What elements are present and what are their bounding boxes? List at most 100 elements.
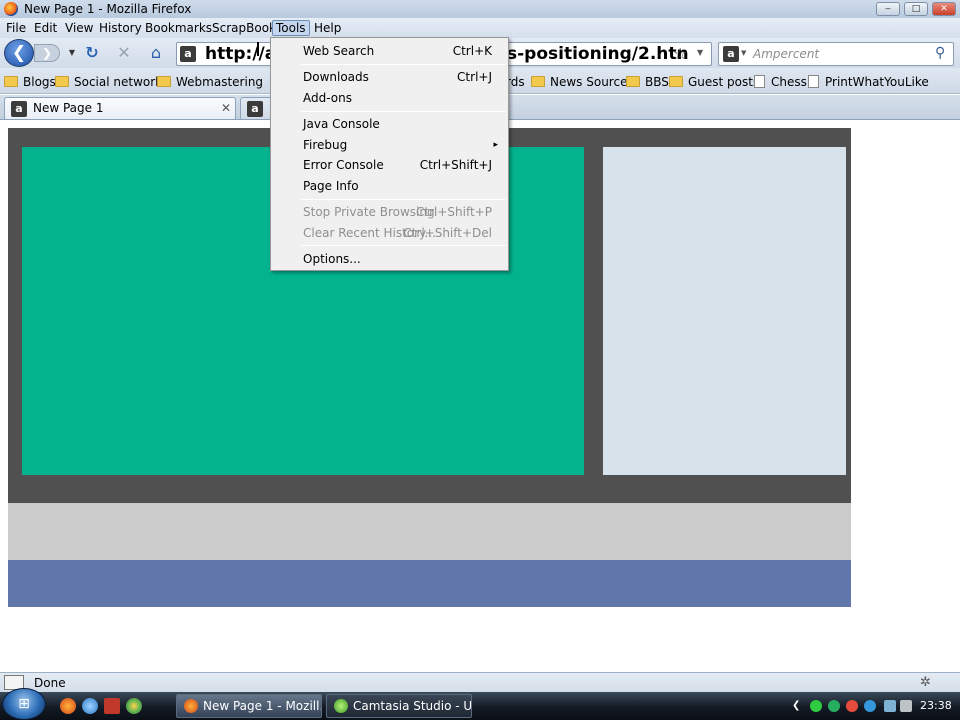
- search-box[interactable]: a ▼ Ampercent ⚲: [718, 42, 954, 66]
- volume-icon[interactable]: [900, 700, 912, 712]
- start-button[interactable]: ⊞: [2, 688, 46, 720]
- bookmark-folder-guest-posts[interactable]: Guest posts: [669, 74, 759, 90]
- menu-item-shortcut: Ctrl+Shift+Del: [403, 226, 492, 240]
- status-bar: Done ✲: [0, 672, 960, 692]
- menu-item-firebug[interactable]: Firebug ▸: [271, 135, 508, 155]
- camtasia-task-icon: [334, 699, 348, 713]
- menu-separator: [301, 245, 506, 246]
- windows-taskbar: ⊞ New Page 1 - Mozill... Camtasia Studio…: [0, 688, 960, 720]
- folder-icon: [669, 76, 683, 87]
- back-arrow-icon[interactable]: ❮: [4, 39, 34, 67]
- menu-item-label: Web Search: [303, 44, 375, 58]
- folder-icon: [55, 76, 69, 87]
- menu-item-label: Options...: [303, 252, 361, 266]
- forward-arrow-icon[interactable]: ❯: [34, 44, 60, 62]
- home-icon[interactable]: ⌂: [146, 44, 166, 62]
- search-engine-icon[interactable]: a: [723, 46, 739, 62]
- folder-icon: [4, 76, 18, 87]
- menu-item-label: Page Info: [303, 179, 359, 193]
- maximize-button[interactable]: □: [904, 2, 928, 16]
- menu-item-label: Add-ons: [303, 91, 352, 105]
- menu-item-options[interactable]: Options...: [271, 249, 508, 269]
- sidebar-block: [603, 147, 846, 475]
- menu-edit[interactable]: Edit: [31, 20, 60, 36]
- bookmark-label: News Sources: [550, 75, 634, 89]
- menu-item-java-console[interactable]: Java Console: [271, 114, 508, 134]
- menu-bookmarks[interactable]: Bookmarks: [142, 20, 215, 36]
- menu-item-shortcut: Ctrl+K: [452, 44, 492, 58]
- tab-close-icon[interactable]: ✕: [221, 101, 231, 115]
- menu-history[interactable]: History: [96, 20, 145, 36]
- menu-item-shortcut: Ctrl+J: [457, 70, 492, 84]
- window-title-bar: New Page 1 - Mozilla Firefox ‒ □ ✕: [0, 0, 960, 18]
- url-text-end: s-positioning/2.htn: [507, 44, 689, 64]
- bookmark-label: Social networks: [74, 75, 169, 89]
- window-title: New Page 1 - Mozilla Firefox: [24, 2, 192, 16]
- task-label: New Page 1 - Mozill...: [203, 699, 322, 713]
- folder-icon: [157, 76, 171, 87]
- bookmark-printwhatyoulike[interactable]: PrintWhatYouLike: [808, 74, 929, 90]
- bookmark-label: Chess: [771, 75, 807, 89]
- tools-menu-dropdown: Web Search Ctrl+K Downloads Ctrl+J Add-ons…: [270, 37, 509, 271]
- footer-gray-block: [8, 503, 851, 560]
- menu-tools[interactable]: Tools: [272, 20, 310, 36]
- bookmark-folder-webmastering[interactable]: Webmastering: [157, 74, 263, 90]
- url-dropdown-icon[interactable]: ▼: [697, 48, 703, 57]
- bookmark-folder-news[interactable]: News Sources: [531, 74, 634, 90]
- tray-expand-icon[interactable]: ❮: [792, 700, 800, 711]
- bookmark-folder-bbs[interactable]: BBS: [626, 74, 669, 90]
- close-button[interactable]: ✕: [932, 2, 956, 16]
- menu-item-label: Downloads: [303, 70, 369, 84]
- menu-item-shortcut: Ctrl+Shift+P: [416, 205, 492, 219]
- menu-separator: [301, 199, 506, 200]
- history-dropdown-icon[interactable]: ▼: [62, 44, 82, 62]
- bookmark-label: Blogs: [23, 75, 56, 89]
- stop-icon[interactable]: ✕: [114, 44, 134, 62]
- reload-icon[interactable]: ↻: [82, 44, 102, 62]
- clock[interactable]: 23:38: [920, 699, 952, 712]
- bookmark-star-icon[interactable]: ☆: [673, 44, 687, 63]
- tray-green2-icon[interactable]: [828, 700, 840, 712]
- menu-item-clear-recent-history: Clear Recent History... Ctrl+Shift+Del: [271, 223, 508, 243]
- filezilla-quicklaunch-icon[interactable]: [104, 698, 120, 714]
- tray-green-icon[interactable]: [810, 700, 822, 712]
- menu-item-add-ons[interactable]: Add-ons: [271, 88, 508, 108]
- menu-item-label: Java Console: [303, 117, 380, 131]
- bookmark-label: Webmastering: [176, 75, 264, 89]
- engine-dropdown-icon[interactable]: ▼: [741, 49, 746, 57]
- menu-item-page-info[interactable]: Page Info: [271, 176, 508, 196]
- menu-scrapbook[interactable]: ScrapBook: [209, 20, 279, 36]
- status-text: Done: [34, 676, 66, 690]
- network-icon[interactable]: [884, 700, 896, 712]
- search-icon[interactable]: ⚲: [935, 45, 945, 61]
- tab-new-page-1[interactable]: a New Page 1 ✕: [4, 97, 236, 119]
- page-icon: [754, 75, 765, 88]
- minimize-button[interactable]: ‒: [876, 2, 900, 16]
- taskbar-item-camtasia[interactable]: Camtasia Studio - U...: [326, 694, 472, 718]
- menu-separator: [301, 64, 506, 65]
- menu-view[interactable]: View: [62, 20, 96, 36]
- bookmark-label: BBS: [645, 75, 669, 89]
- menu-item-stop-private-browsing: Stop Private Browsing Ctrl+Shift+P: [271, 202, 508, 222]
- folder-icon: [626, 76, 640, 87]
- bookmark-label: Guest posts: [688, 75, 760, 89]
- menu-help[interactable]: Help: [311, 20, 344, 36]
- tab-favicon-icon: a: [11, 101, 27, 117]
- menu-item-web-search[interactable]: Web Search Ctrl+K: [271, 41, 508, 61]
- firefox-logo-icon: [4, 2, 18, 16]
- submenu-arrow-icon: ▸: [493, 140, 498, 150]
- chrome-quicklaunch-icon[interactable]: [126, 698, 142, 714]
- firebug-bug-icon[interactable]: ✲: [920, 675, 931, 690]
- bookmark-label: PrintWhatYouLike: [825, 75, 929, 89]
- menu-file[interactable]: File: [3, 20, 29, 36]
- firefox-quicklaunch-icon[interactable]: [60, 698, 76, 714]
- bookmark-chess[interactable]: Chess: [754, 74, 807, 90]
- taskbar-item-firefox[interactable]: New Page 1 - Mozill...: [176, 694, 322, 718]
- bookmark-folder-blogs[interactable]: Blogs: [4, 74, 56, 90]
- menu-item-downloads[interactable]: Downloads Ctrl+J: [271, 67, 508, 87]
- tray-blue-icon[interactable]: [864, 700, 876, 712]
- bookmark-folder-social[interactable]: Social networks: [55, 74, 168, 90]
- tray-red-icon[interactable]: [846, 700, 858, 712]
- browser-quicklaunch-icon[interactable]: [82, 698, 98, 714]
- menu-item-error-console[interactable]: Error Console Ctrl+Shift+J: [271, 155, 508, 175]
